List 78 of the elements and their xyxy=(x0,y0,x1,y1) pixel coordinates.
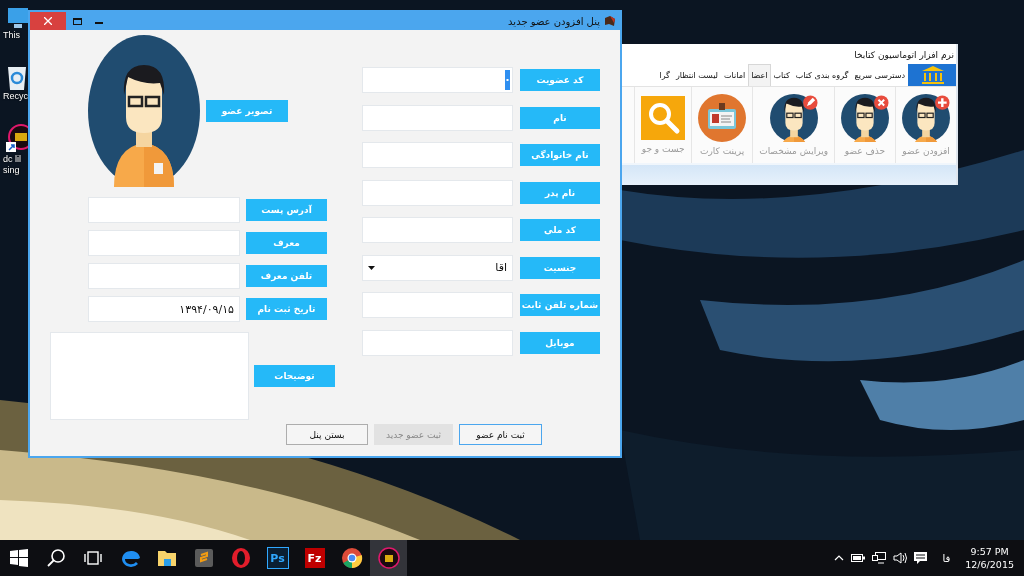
editor-icon xyxy=(192,547,215,569)
ribbon-tab[interactable]: گروه بندی کتاب xyxy=(792,64,852,86)
input-field[interactable]: ۱۳۹۴/۰۹/۱۵ xyxy=(88,296,240,322)
combo-field[interactable] xyxy=(362,67,513,93)
ribbon-button[interactable]: پرینت کارت xyxy=(691,87,753,163)
desktop-icon-label[interactable]: Recyc xyxy=(3,91,28,102)
close-button[interactable] xyxy=(30,12,66,30)
chrome-icon xyxy=(340,547,363,569)
notes-field[interactable] xyxy=(50,332,249,420)
person-plus-icon xyxy=(902,94,950,142)
field-label[interactable]: کد عضویت xyxy=(520,69,600,91)
language-indicator[interactable]: فا xyxy=(934,552,959,564)
windows-logo-icon xyxy=(7,547,30,569)
input-field[interactable] xyxy=(362,142,513,168)
field-label[interactable]: تلفن معرف xyxy=(246,265,327,287)
taskbar-button[interactable]: Fz xyxy=(296,540,333,576)
opera-o-icon xyxy=(229,547,252,569)
app-icon xyxy=(604,15,616,27)
input-field[interactable] xyxy=(362,292,513,318)
photo-button[interactable]: تصویر عضو xyxy=(206,100,288,122)
field-label[interactable]: معرف xyxy=(246,232,327,254)
field-label[interactable]: نام پدر xyxy=(520,181,600,204)
app-logo-icon: Fz xyxy=(304,548,325,568)
speaker-icon xyxy=(893,552,908,564)
ribbon-button[interactable]: جست و جو xyxy=(634,87,692,163)
notes-button[interactable]: توضیحات xyxy=(254,365,335,387)
field-label[interactable]: تاریخ ثبت نام xyxy=(246,298,327,320)
window-title: پنل افزودن عضو جدید xyxy=(508,15,601,27)
input-field[interactable] xyxy=(88,197,240,223)
input-field[interactable] xyxy=(362,329,513,356)
ribbon-tab[interactable]: لیست انتظار xyxy=(672,64,721,86)
ribbon-tab[interactable]: گرا xyxy=(656,64,673,86)
window-title: نرم افزار اتوماسیون کتابخا xyxy=(853,49,955,62)
desktop-icon-label[interactable]: This xyxy=(3,30,20,41)
app-icon xyxy=(377,547,400,569)
message-icon xyxy=(914,551,928,565)
field-label[interactable]: آدرس پست xyxy=(246,199,327,221)
network-icon xyxy=(872,552,887,564)
input-field[interactable] xyxy=(362,104,513,131)
dialog-button[interactable]: ثبت نام عضو xyxy=(459,424,542,445)
ribbon-tab[interactable]: کتاب xyxy=(770,64,793,86)
maximize-icon xyxy=(72,17,82,25)
field-label[interactable]: جنسیت xyxy=(520,256,600,279)
person-x-icon xyxy=(841,94,889,142)
app-logo-icon: Ps xyxy=(266,547,289,569)
ribbon-tab[interactable]: امانات xyxy=(721,64,749,86)
field-label[interactable]: نام xyxy=(520,106,600,129)
id-card-icon xyxy=(698,94,747,142)
field-label[interactable]: کد ملی xyxy=(520,219,600,241)
close-icon xyxy=(44,17,52,25)
field-label[interactable]: موبایل xyxy=(520,331,600,354)
ribbon-tab[interactable]: اعضا xyxy=(748,64,771,86)
monitor-icon xyxy=(6,8,30,30)
taskbar-button[interactable]: Ps xyxy=(259,540,296,576)
input-field[interactable] xyxy=(88,263,240,289)
battery-icon xyxy=(851,554,866,562)
bank-icon xyxy=(921,66,945,84)
person-pencil-icon xyxy=(769,94,818,142)
app-menu-tab[interactable] xyxy=(908,64,956,86)
ribbon-button[interactable]: افزودن عضو xyxy=(895,87,956,163)
input-field[interactable] xyxy=(362,217,513,243)
desktop-icon-label[interactable]: dc lil xyxy=(3,154,21,165)
taskbar-button[interactable] xyxy=(370,540,407,576)
input-field[interactable] xyxy=(362,179,513,206)
ribbon-tab[interactable]: دسترسی سریع xyxy=(851,64,908,86)
dialog-button[interactable]: بستن پنل xyxy=(286,424,368,445)
input-field[interactable] xyxy=(88,230,240,256)
field-label[interactable]: شماره تلفن ثابت xyxy=(520,294,600,316)
caret-icon xyxy=(368,265,375,270)
field-label[interactable]: نام خانوادگی xyxy=(520,144,600,166)
search-icon xyxy=(641,96,686,140)
chevron-up-icon xyxy=(834,555,845,561)
ribbon-button[interactable]: حذف عضو xyxy=(834,87,895,163)
ribbon-button[interactable]: ویرایش مشخصات xyxy=(752,87,834,163)
desktop-icon-label[interactable]: sing xyxy=(3,165,20,176)
clock[interactable]: 9:57 PM 12/6/2015 xyxy=(965,545,1014,571)
select-field[interactable]: اقا xyxy=(362,254,513,281)
spin-strip-icon xyxy=(505,70,510,90)
